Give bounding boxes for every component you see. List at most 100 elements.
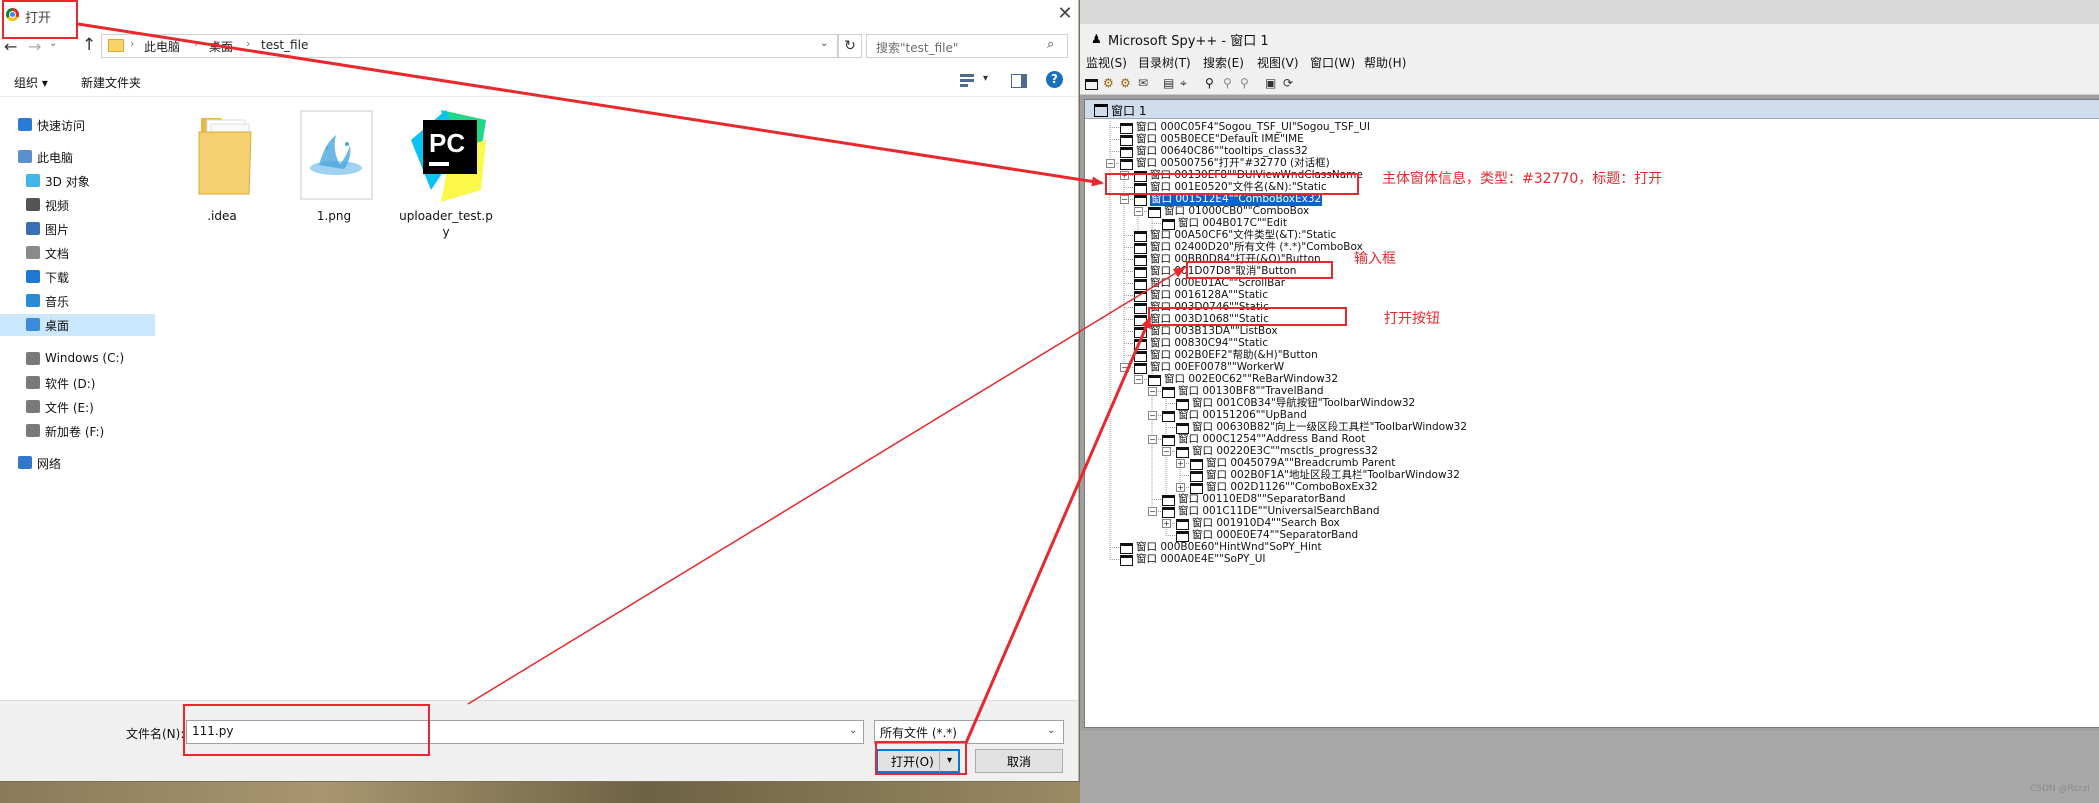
collapse-icon[interactable]: − — [1162, 447, 1171, 456]
breadcrumb-test-file[interactable]: test_file — [261, 38, 308, 52]
breadcrumb-this-pc[interactable]: 此电脑 — [144, 38, 180, 55]
address-bar[interactable]: › 此电脑 › 桌面 › test_file ⌄ — [101, 34, 838, 58]
close-button[interactable]: ✕ — [1054, 3, 1076, 25]
refresh-button[interactable]: ↻ — [838, 34, 862, 58]
nav-item-label: 快速访问 — [37, 119, 86, 133]
cube-icon — [26, 174, 40, 187]
nav-item[interactable]: 音乐 — [0, 290, 155, 312]
find-window-icon[interactable]: ⌖ — [1180, 76, 1194, 90]
file-item-idea-folder[interactable]: .idea — [172, 110, 272, 240]
menu-monitor[interactable]: 监视(S) — [1086, 54, 1127, 71]
log-messages-icon[interactable]: ▤ — [1163, 76, 1177, 90]
chevron-down-icon[interactable]: ⌄ — [1047, 725, 1055, 736]
collapse-icon[interactable]: − — [1148, 507, 1157, 516]
window-icon — [1134, 243, 1147, 254]
collapse-icon[interactable]: − — [1148, 435, 1157, 444]
find-next-icon[interactable]: ⚲ — [1223, 76, 1237, 90]
drive-icon — [26, 376, 40, 389]
chevron-down-icon[interactable]: ▾ — [983, 73, 988, 84]
window-icon — [1162, 387, 1175, 398]
nav-item[interactable]: 图片 — [0, 218, 155, 240]
annotation-open-button: 打开按钮 — [1384, 311, 1440, 327]
help-icon[interactable]: ? — [1046, 71, 1063, 88]
nav-item[interactable]: 下载 — [0, 266, 155, 288]
binoculars-icon[interactable]: ⚲ — [1205, 76, 1219, 90]
up-arrow-icon[interactable]: ↑ — [82, 35, 96, 55]
collapse-icon[interactable]: − — [1148, 411, 1157, 420]
mdi-background — [1080, 731, 2099, 803]
breadcrumb-separator-icon[interactable]: › — [130, 37, 134, 50]
annotation-box-main-window — [1105, 173, 1359, 195]
recent-locations-chevron-icon[interactable]: ⌄ — [49, 38, 57, 49]
pictures-icon — [26, 222, 40, 235]
properties-icon[interactable]: ▣ — [1265, 76, 1279, 90]
view-options-icon[interactable] — [960, 74, 976, 87]
back-arrow-icon[interactable]: ← — [4, 37, 17, 56]
search-placeholder: 搜索"test_file" — [876, 41, 959, 55]
svg-text:PC: PC — [429, 128, 465, 158]
menu-view[interactable]: 视图(V) — [1257, 54, 1299, 71]
chevron-down-icon[interactable]: ⌄ — [849, 725, 857, 736]
preview-pane-icon[interactable] — [1011, 74, 1027, 88]
window-icon — [1148, 375, 1161, 386]
nav-item-label: 下载 — [45, 271, 70, 285]
search-input[interactable]: 搜索"test_file" ⌕ — [866, 34, 1068, 58]
window-icon — [1134, 315, 1147, 326]
expand-icon[interactable]: + — [1162, 519, 1171, 528]
spy-toolbar: ⚙ ⚙ ✉ ▤ ⌖ ⚲ ⚲ ⚲ ▣ ⟳ — [1080, 72, 2099, 95]
nav-item[interactable]: 新加卷 (F:) — [0, 420, 155, 442]
window-icon — [1134, 351, 1147, 362]
window-icon — [1134, 303, 1147, 314]
tree-window-titlebar[interactable]: 窗口 1 — [1085, 100, 2099, 119]
expand-icon[interactable]: + — [1176, 459, 1185, 468]
collapse-icon[interactable]: − — [1120, 195, 1129, 204]
file-item-uploader-test-py[interactable]: PC uploader_test.py — [396, 110, 496, 240]
collapse-icon[interactable]: − — [1106, 159, 1115, 168]
nav-item-label: 音乐 — [45, 295, 70, 309]
collapse-icon[interactable]: − — [1148, 387, 1157, 396]
breadcrumb-separator-icon[interactable]: › — [194, 37, 198, 50]
window-icon — [1162, 411, 1175, 422]
messages-view-icon[interactable]: ✉ — [1138, 76, 1152, 90]
nav-item[interactable]: 快速访问 — [0, 114, 155, 136]
nav-item[interactable]: 3D 对象 — [0, 170, 155, 192]
nav-item[interactable]: Windows (C:) — [0, 348, 155, 370]
chevron-down-icon[interactable]: ⌄ — [820, 38, 828, 49]
annotation-box-open-button — [1148, 307, 1347, 326]
download-icon — [26, 270, 40, 283]
expand-icon[interactable]: + — [1176, 483, 1185, 492]
file-item-1-png[interactable]: 1.png — [284, 110, 384, 240]
search-icon[interactable]: ⌕ — [1047, 37, 1054, 52]
nav-item[interactable]: 文档 — [0, 242, 155, 264]
nav-item[interactable]: 视频 — [0, 194, 155, 216]
spy-menubar: 监视(S) 目录树(T) 搜索(E) 视图(V) 窗口(W) 帮助(H) — [1080, 52, 2099, 72]
collapse-icon[interactable]: − — [1134, 375, 1143, 384]
collapse-icon[interactable]: − — [1120, 363, 1129, 372]
folder-icon — [108, 39, 124, 52]
forward-arrow-icon[interactable]: → — [28, 37, 41, 56]
menu-search[interactable]: 搜索(E) — [1203, 54, 1244, 71]
window-icon — [1176, 519, 1189, 530]
nav-item[interactable]: 文件 (E:) — [0, 396, 155, 418]
processes-view-icon[interactable]: ⚙ — [1103, 76, 1117, 90]
dialog-title-bar[interactable]: 打开 ✕ — [0, 0, 1078, 30]
threads-view-icon[interactable]: ⚙ — [1120, 76, 1134, 90]
organize-button[interactable]: 组织 ▾ — [14, 74, 48, 91]
nav-item-label: 新加卷 (F:) — [45, 425, 105, 439]
menu-tree[interactable]: 目录树(T) — [1138, 54, 1191, 71]
nav-item[interactable]: 网络 — [0, 452, 155, 474]
nav-item[interactable]: 此电脑 — [0, 146, 155, 168]
windows-view-icon[interactable] — [1085, 79, 1098, 90]
refresh-icon[interactable]: ⟳ — [1283, 76, 1297, 90]
find-previous-icon[interactable]: ⚲ — [1240, 76, 1254, 90]
image-thumbnail-icon — [300, 110, 373, 200]
collapse-icon[interactable]: − — [1134, 207, 1143, 216]
breadcrumb-separator-icon[interactable]: › — [246, 37, 250, 50]
cancel-button[interactable]: 取消 — [975, 749, 1063, 773]
new-folder-button[interactable]: 新建文件夹 — [81, 74, 141, 91]
breadcrumb-desktop[interactable]: 桌面 — [209, 38, 233, 55]
menu-help[interactable]: 帮助(H) — [1364, 54, 1406, 71]
nav-item[interactable]: 桌面 — [0, 314, 155, 336]
menu-window[interactable]: 窗口(W) — [1310, 54, 1355, 71]
nav-item[interactable]: 软件 (D:) — [0, 372, 155, 394]
